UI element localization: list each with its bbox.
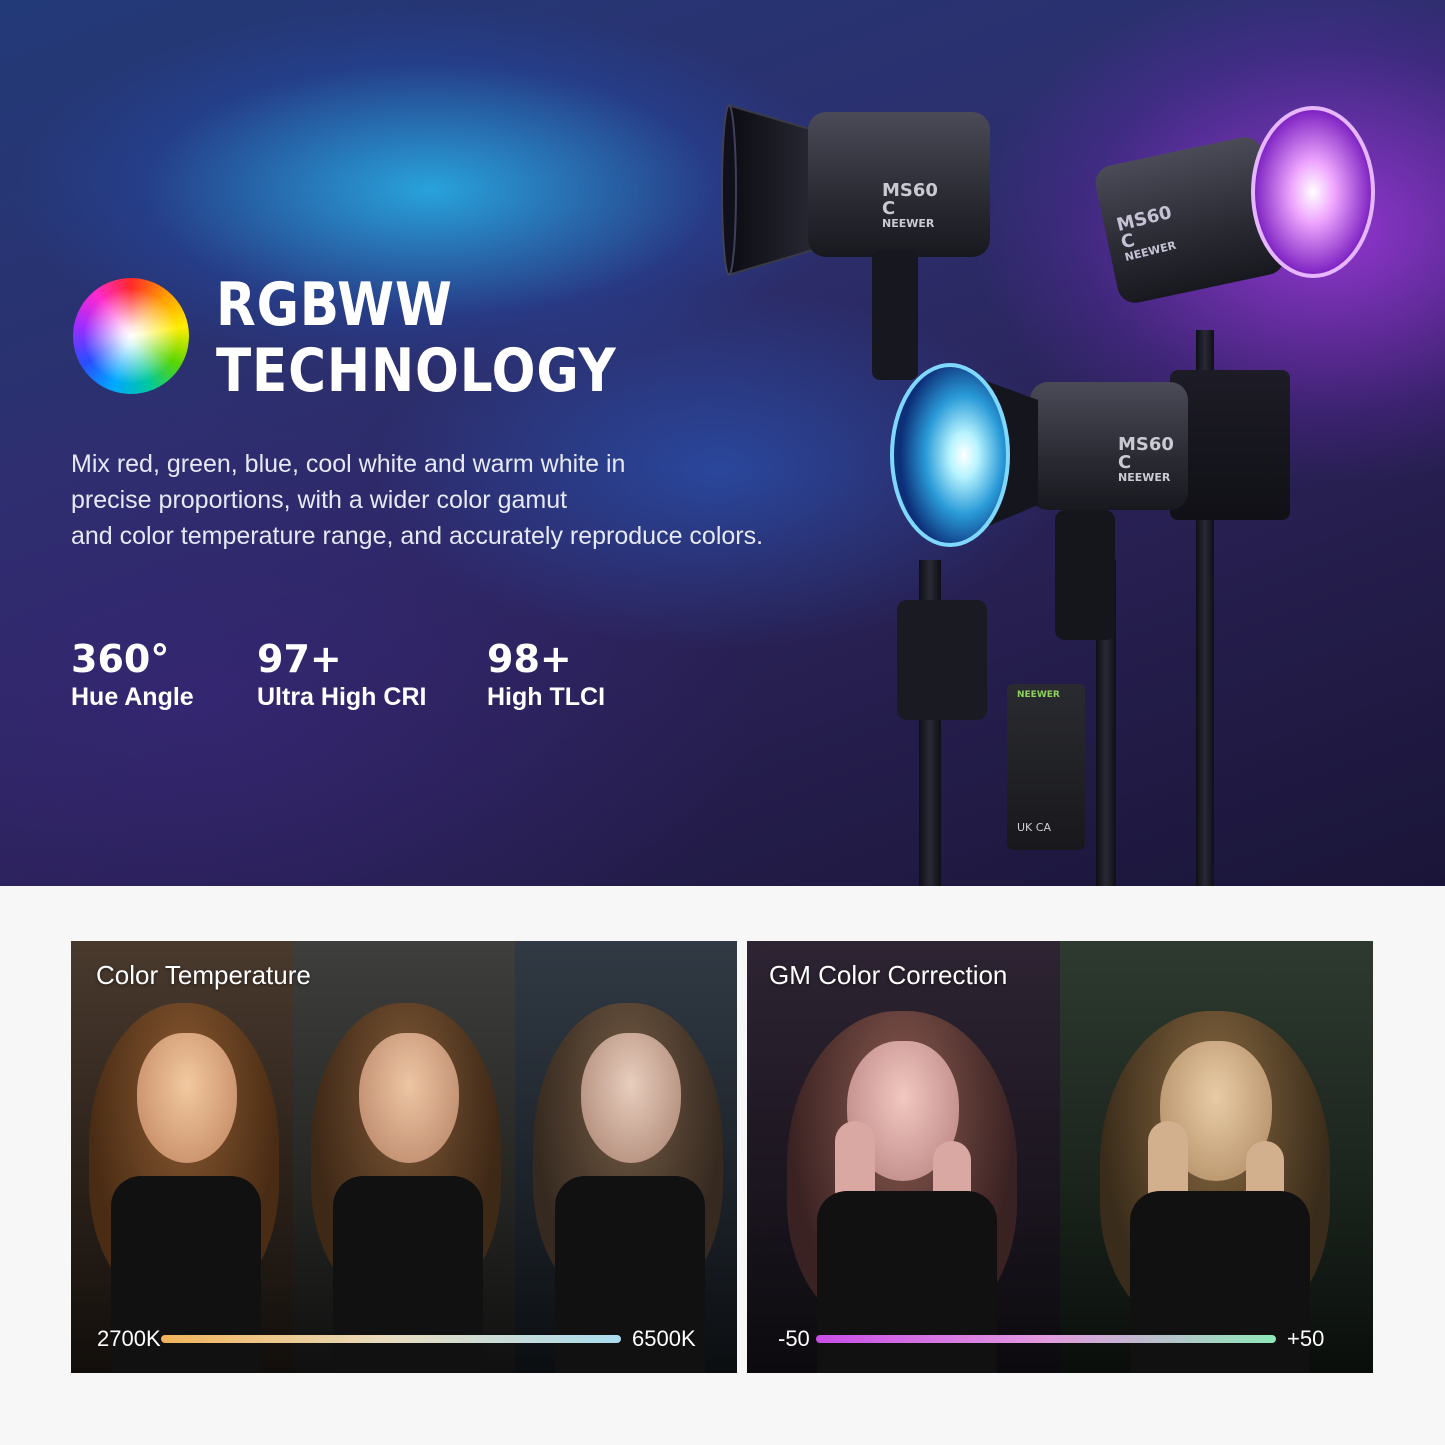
stat-hue-angle: 360° Hue Angle bbox=[71, 636, 194, 712]
model-label: MS60 C NEEWER bbox=[882, 180, 938, 230]
reflector-icon bbox=[890, 363, 1038, 547]
hero-banner: RGBWW TECHNOLOGY Mix red, green, blue, c… bbox=[0, 0, 1445, 886]
reflector-icon bbox=[1251, 106, 1375, 278]
battery-pack: NEEWER UK CA bbox=[1007, 684, 1085, 850]
description-line: precise proportions, with a wider color … bbox=[71, 486, 568, 514]
stat-value: 360° bbox=[71, 637, 170, 681]
description: Mix red, green, blue, cool white and war… bbox=[71, 446, 771, 554]
stat-value: 98+ bbox=[487, 637, 572, 681]
portrait-neutral bbox=[293, 941, 515, 1373]
scale-max-label: 6500K bbox=[632, 1326, 696, 1351]
portrait-cool bbox=[515, 941, 737, 1373]
panel-title: Color Temperature bbox=[96, 960, 311, 990]
headline-line-1: RGBWW bbox=[216, 270, 453, 340]
portrait-magenta bbox=[747, 941, 1060, 1373]
color-temperature-panel: Color Temperature 2700K 6500K bbox=[71, 941, 737, 1373]
stat-label: Ultra High CRI bbox=[257, 683, 427, 711]
scale-min-label: -50 bbox=[778, 1326, 810, 1351]
stat-cri: 97+ Ultra High CRI bbox=[257, 636, 426, 712]
scale-max-label: +50 bbox=[1287, 1326, 1325, 1351]
portrait-warm bbox=[71, 941, 293, 1373]
battery-mount bbox=[1170, 370, 1290, 520]
description-line: Mix red, green, blue, cool white and war… bbox=[71, 450, 626, 478]
color-wheel-icon bbox=[73, 278, 189, 394]
portrait-green bbox=[1060, 941, 1373, 1373]
gm-gradient-bar bbox=[816, 1335, 1276, 1343]
gm-color-correction-panel: GM Color Correction -50 +50 bbox=[747, 941, 1373, 1373]
battery-marks: UK CA bbox=[1017, 821, 1051, 834]
description-line: and color temperature range, and accurat… bbox=[71, 522, 764, 550]
model-label: MS60 C NEEWER bbox=[1118, 434, 1174, 484]
panel-title: GM Color Correction bbox=[769, 960, 1008, 990]
light-bracket bbox=[1055, 510, 1115, 640]
headline-line-2: TECHNOLOGY bbox=[216, 336, 617, 406]
battery-brand: NEEWER bbox=[1017, 690, 1060, 700]
headline: RGBWW TECHNOLOGY bbox=[216, 272, 617, 404]
stat-tlci: 98+ High TLCI bbox=[487, 636, 605, 712]
stat-label: Hue Angle bbox=[71, 683, 194, 711]
scale-min-label: 2700K bbox=[97, 1326, 161, 1351]
stand-clamp bbox=[897, 600, 987, 720]
stat-value: 97+ bbox=[257, 637, 342, 681]
stat-label: High TLCI bbox=[487, 683, 606, 711]
color-temperature-gradient-bar bbox=[161, 1335, 621, 1343]
